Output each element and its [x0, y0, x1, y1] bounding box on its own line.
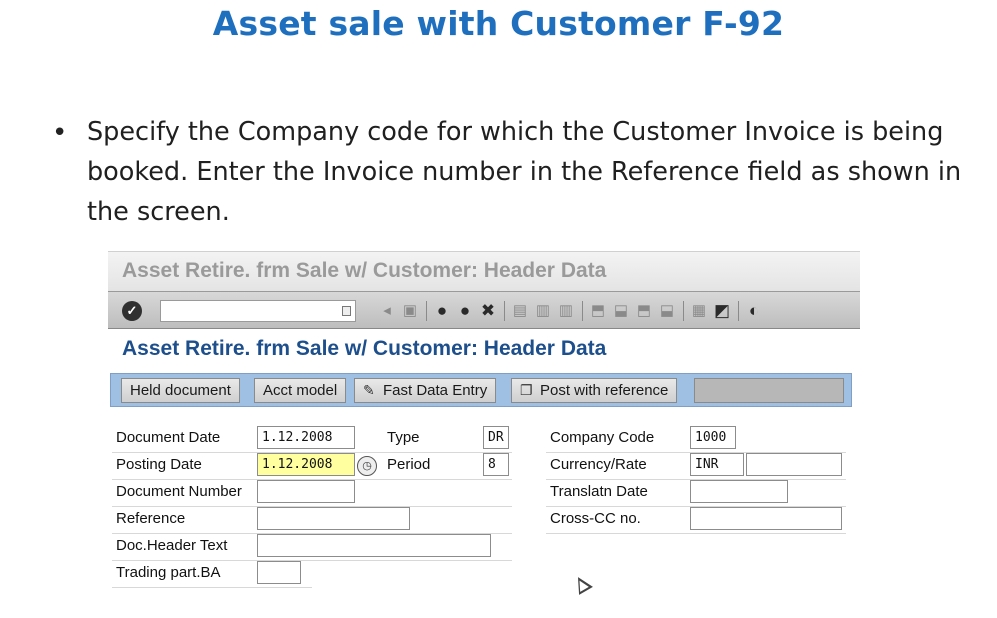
- fast-data-entry-label: Fast Data Entry: [383, 382, 488, 399]
- first-page-icon[interactable]: ⬒: [589, 302, 607, 320]
- bullet-item: • Specify the Company code for which the…: [52, 112, 972, 232]
- sap-screen: Asset Retire. frm Sale w/ Customer: Head…: [108, 251, 860, 589]
- document-date-label: Document Date: [116, 429, 221, 446]
- new-session-icon[interactable]: ▦: [690, 302, 708, 320]
- bullet-text: Specify the Company code for which the C…: [87, 117, 962, 227]
- document-number-label: Document Number: [116, 483, 242, 500]
- bullet-dot-icon: •: [52, 118, 68, 148]
- currency-field[interactable]: INR: [690, 453, 744, 476]
- document-number-field[interactable]: [257, 480, 355, 503]
- reference-field[interactable]: [257, 507, 410, 530]
- document-date-field[interactable]: 1.12.2008: [257, 426, 355, 449]
- posting-date-field[interactable]: 1.12.2008: [257, 453, 355, 476]
- exchange-rate-field[interactable]: [746, 453, 842, 476]
- company-code-field[interactable]: 1000: [690, 426, 736, 449]
- held-document-button[interactable]: Held document: [121, 378, 240, 403]
- translatn-date-label: Translatn Date: [550, 483, 648, 500]
- exit-icon[interactable]: ●: [456, 302, 474, 320]
- find-icon[interactable]: ▥: [534, 302, 552, 320]
- shortcut-icon[interactable]: ◩: [713, 302, 731, 320]
- back-icon[interactable]: ●: [433, 302, 451, 320]
- slide-title: Asset sale with Customer F-92: [212, 4, 785, 43]
- trading-part-ba-field[interactable]: [257, 561, 301, 584]
- command-dropdown-icon[interactable]: [342, 306, 351, 316]
- type-label: Type: [387, 429, 420, 446]
- period-field[interactable]: 8: [483, 453, 509, 476]
- trading-part-ba-label: Trading part.BA: [116, 564, 221, 581]
- period-label: Period: [387, 456, 431, 473]
- cross-cc-no-label: Cross-CC no.: [550, 510, 641, 527]
- company-code-label: Company Code: [550, 429, 655, 446]
- window-title: Asset Retire. frm Sale w/ Customer: Head…: [122, 259, 607, 282]
- help-icon[interactable]: ◐: [745, 302, 763, 320]
- toolbar-separator: [426, 301, 427, 321]
- acct-model-button[interactable]: Acct model: [254, 378, 347, 403]
- toolbar-separator: [738, 301, 739, 321]
- post-with-reference-button[interactable]: ❐ Post with reference: [511, 378, 678, 403]
- cross-cc-no-field[interactable]: [690, 507, 842, 530]
- row-divider: [112, 587, 312, 588]
- doc-header-text-field[interactable]: [257, 534, 491, 557]
- toolbar-icons: ◂ ▣ ● ● ✖ ▤ ▥ ▥ ⬒ ⬓ ⬒ ⬓ ▦ ◩ ◐: [378, 300, 768, 322]
- row-divider: [546, 533, 846, 534]
- fast-entry-icon: ✎: [363, 382, 375, 398]
- doc-header-text-label: Doc.Header Text: [116, 537, 228, 554]
- application-toolbar: Held document Acct model ✎ Fast Data Entr…: [110, 373, 852, 407]
- print-icon[interactable]: ▤: [511, 302, 529, 320]
- row-divider: [112, 560, 512, 561]
- app-toolbar-blank: [694, 378, 844, 403]
- posting-date-label: Posting Date: [116, 456, 202, 473]
- toolbar-separator: [582, 301, 583, 321]
- reference-label: Reference: [116, 510, 186, 527]
- enter-icon[interactable]: ✓: [122, 301, 142, 321]
- screen-title: Asset Retire. frm Sale w/ Customer: Head…: [122, 337, 607, 360]
- save-icon[interactable]: ▣: [401, 302, 419, 320]
- standard-toolbar: ✓ ◂ ▣ ● ● ✖ ▤ ▥ ▥ ⬒ ⬓ ⬒ ⬓ ▦ ◩ ◐: [108, 291, 860, 329]
- collapse-icon[interactable]: ◂: [378, 302, 396, 320]
- cancel-icon[interactable]: ✖: [479, 302, 497, 320]
- toolbar-separator: [504, 301, 505, 321]
- window-titlebar: Asset Retire. frm Sale w/ Customer: Head…: [108, 251, 860, 291]
- date-picker-icon[interactable]: ◷: [357, 456, 377, 476]
- command-field[interactable]: [160, 300, 356, 322]
- type-field[interactable]: DR: [483, 426, 509, 449]
- copy-icon: ❐: [520, 382, 533, 398]
- find-next-icon[interactable]: ▥: [557, 302, 575, 320]
- last-page-icon[interactable]: ⬓: [658, 302, 676, 320]
- prev-page-icon[interactable]: ⬓: [612, 302, 630, 320]
- next-page-icon[interactable]: ⬒: [635, 302, 653, 320]
- post-with-reference-label: Post with reference: [540, 382, 669, 399]
- translatn-date-field[interactable]: [690, 480, 788, 503]
- toolbar-separator: [683, 301, 684, 321]
- currency-rate-label: Currency/Rate: [550, 456, 647, 473]
- fast-data-entry-button[interactable]: ✎ Fast Data Entry: [354, 378, 497, 403]
